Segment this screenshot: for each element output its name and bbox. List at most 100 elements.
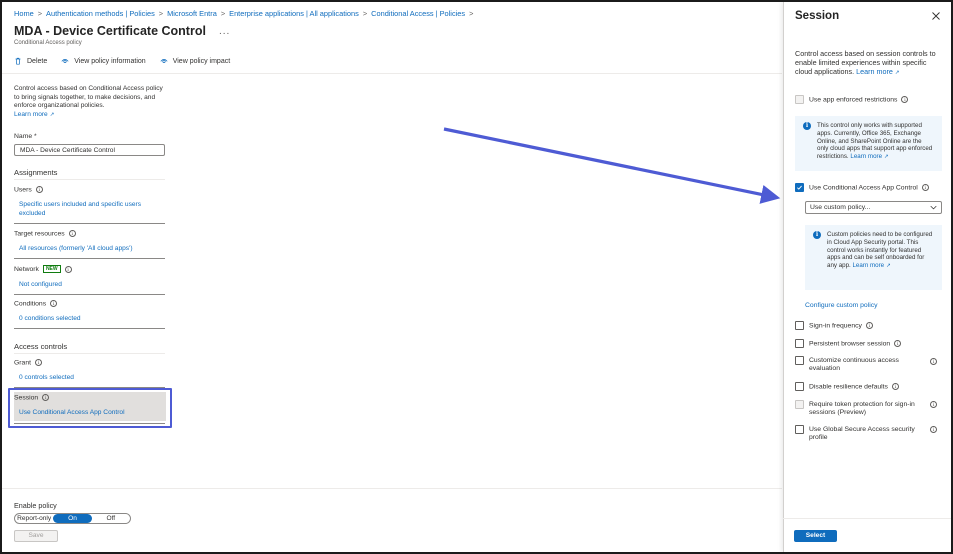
info-icon[interactable]: i [865, 322, 873, 329]
name-input[interactable]: MDA - Device Certificate Control [14, 144, 165, 156]
caac-info-learn-more-link[interactable]: Learn more ↗ [852, 262, 890, 269]
token-protection-checkbox[interactable] [795, 400, 804, 409]
info-icon[interactable]: i [930, 426, 937, 433]
breadcrumb-separator: > [37, 9, 43, 18]
conditions-link[interactable]: 0 conditions selected [19, 314, 81, 323]
grant-link[interactable]: 0 controls selected [19, 373, 74, 382]
global-secure-access-label: Use Global Secure Access security profil… [809, 426, 915, 442]
row-divider [14, 223, 165, 224]
view-policy-information-button[interactable]: View policy information [61, 57, 146, 65]
trash-icon [15, 57, 21, 65]
chevron-down-icon [930, 205, 937, 210]
delete-label: Delete [27, 57, 48, 65]
intro-description: Control access based on Conditional Acce… [14, 85, 163, 110]
view-impact-label: View policy impact [172, 57, 231, 65]
toolbar: Delete View policy information View poli… [14, 57, 230, 65]
caac-dropdown-value: Use custom policy... [810, 204, 871, 211]
info-icon[interactable]: i [35, 186, 43, 193]
info-learn-more-label: Learn more [850, 153, 883, 161]
external-link-icon: ↗ [886, 263, 891, 270]
network-link[interactable]: Not configured [19, 280, 62, 289]
breadcrumb-auth-methods[interactable]: Authentication methods | Policies [46, 9, 155, 18]
row-divider [14, 258, 165, 259]
footer-divider [2, 488, 782, 489]
toggle-off[interactable]: Off [92, 514, 130, 523]
users-value-link[interactable]: Specific users included and specific use… [19, 200, 159, 218]
toggle-report-only[interactable]: Report-only [15, 514, 53, 523]
panel-learn-more-label: Learn more [856, 67, 893, 77]
breadcrumb-home[interactable]: Home [14, 9, 34, 18]
breadcrumb-ca-policies[interactable]: Conditional Access | Policies [371, 9, 465, 18]
panel-title: Session [795, 10, 840, 22]
users-label-text: Users [14, 186, 32, 194]
enable-policy-toggle[interactable]: Report-only On Off [14, 513, 131, 524]
external-link-icon: ↗ [49, 111, 55, 118]
target-resources-link[interactable]: All resources (formerly 'All cloud apps'… [19, 244, 133, 253]
external-link-icon: ↗ [894, 70, 900, 77]
info-icon[interactable]: i [930, 358, 937, 365]
save-button[interactable]: Save [14, 530, 58, 542]
info-icon[interactable]: i [68, 230, 76, 237]
close-icon[interactable] [931, 11, 941, 21]
panel-learn-more-link[interactable]: Learn more ↗ [856, 67, 899, 76]
continuous-access-label: Customize continuous access evaluation [809, 357, 899, 373]
persistent-browser-checkbox[interactable] [795, 339, 804, 348]
disable-resilience-label: Disable resilience defaults i [809, 383, 899, 392]
info-icon[interactable]: i [894, 340, 902, 347]
panel-footer-divider [783, 518, 951, 519]
section-divider [14, 179, 165, 180]
grant-label: Grant i [14, 359, 42, 366]
global-secure-access-checkbox[interactable] [795, 425, 804, 434]
option-label-text: Disable resilience defaults [809, 383, 888, 391]
intro-text: Control access based on Conditional Acce… [14, 85, 164, 119]
eye-icon [160, 59, 168, 63]
info-icon[interactable]: i [891, 383, 899, 390]
app-enforced-checkbox[interactable] [795, 95, 804, 104]
info-icon[interactable]: i [35, 359, 42, 366]
token-protection-label: Require token protection for sign-in ses… [809, 401, 915, 417]
caac-label: Use Conditional Access App Control i [809, 184, 929, 193]
breadcrumb-enterprise-apps[interactable]: Enterprise applications | All applicatio… [229, 9, 359, 18]
delete-button[interactable]: Delete [14, 57, 47, 65]
more-options-button[interactable]: ... [219, 26, 230, 37]
learn-more-link[interactable]: Learn more ↗ [14, 111, 54, 118]
persistent-browser-label: Persistent browser session i [809, 340, 902, 349]
sign-in-frequency-label: Sign-in frequency i [809, 322, 873, 331]
info-filled-icon: i [813, 231, 821, 239]
sign-in-frequency-checkbox[interactable] [795, 321, 804, 330]
info-icon[interactable]: i [930, 401, 937, 408]
access-controls-heading: Access controls [14, 342, 68, 351]
session-highlight-annotation [8, 388, 172, 428]
info-icon[interactable]: i [50, 300, 58, 307]
info-icon[interactable]: i [901, 96, 909, 103]
toggle-on[interactable]: On [53, 514, 92, 523]
section-divider [14, 353, 165, 354]
disable-resilience-checkbox[interactable] [795, 382, 804, 391]
view-info-label: View policy information [74, 57, 146, 65]
policy-editor: Home > Authentication methods | Policies > M… [2, 2, 782, 552]
caac-label-text: Use Conditional Access App Control [809, 184, 918, 192]
breadcrumb-separator: > [158, 9, 164, 18]
app-enforced-info-box: i This control only works with supported… [795, 116, 942, 171]
caac-info-learn-more-label: Learn more [852, 262, 885, 270]
info-icon[interactable]: i [64, 265, 72, 273]
info-learn-more-link[interactable]: Learn more ↗ [850, 153, 888, 160]
breadcrumb-separator: > [469, 9, 474, 18]
configure-custom-policy-link[interactable]: Configure custom policy [805, 301, 878, 310]
select-button[interactable]: Select [794, 530, 837, 542]
caac-checkbox[interactable] [795, 183, 804, 192]
panel-description: Control access based on session controls… [795, 49, 945, 79]
conditions-label: Conditions i [14, 300, 58, 307]
network-label: Network NEW i [14, 265, 72, 273]
row-divider [14, 294, 165, 295]
target-label-text: Target resources [14, 230, 65, 238]
target-resources-label: Target resources i [14, 230, 76, 237]
caac-policy-dropdown[interactable]: Use custom policy... [805, 201, 942, 214]
breadcrumb-entra[interactable]: Microsoft Entra [167, 9, 217, 18]
info-icon[interactable]: i [921, 184, 929, 191]
view-policy-impact-button[interactable]: View policy impact [160, 57, 230, 65]
name-label: Name * [14, 133, 37, 140]
breadcrumb-separator: > [362, 9, 368, 18]
app-window: Home > Authentication methods | Policies > M… [0, 0, 953, 554]
continuous-access-checkbox[interactable] [795, 356, 804, 365]
